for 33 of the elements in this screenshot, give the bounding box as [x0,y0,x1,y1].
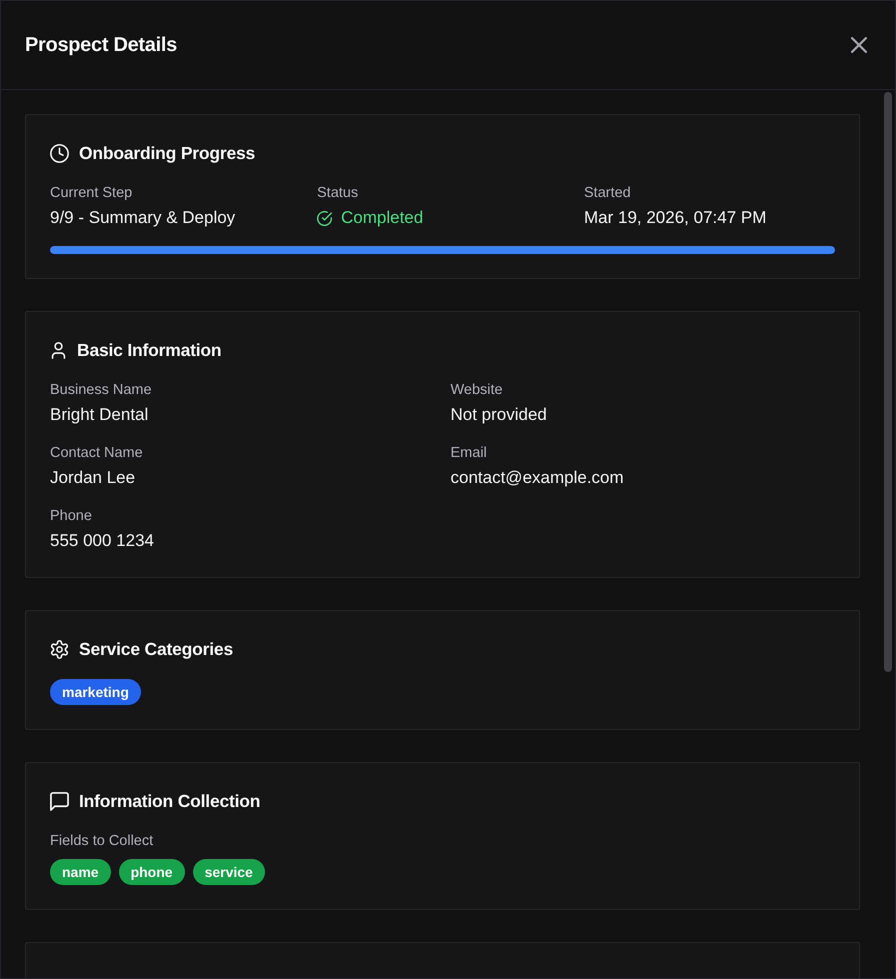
tag-pill: name [50,859,111,885]
field-value: Jordan Lee [50,467,136,489]
field-label: Contact Name [50,444,144,463]
section-title: Onboarding Progress [79,142,256,165]
field-label: Current Step [50,184,134,203]
field-label: Phone [50,507,93,526]
tag-pill: phone [118,859,185,885]
tag-pill: marketing [50,679,141,705]
field-label: Status [317,184,360,203]
gear-icon [50,640,69,658]
section-title: Service Categories [79,638,233,661]
field-value: Mar 19, 2026, 07:47 PM [584,207,768,229]
speech-bubble-icon [50,792,69,810]
section-title: Information Collection [79,790,260,813]
field-value: contact@example.com [450,467,625,489]
field-label: Website [450,381,504,400]
field-value: 555 000 1234 [50,530,155,552]
field-label: Email [450,444,488,463]
field-label: Fields to Collect [50,832,154,851]
field-label: Started [584,184,632,203]
tag-pill: service [192,859,265,885]
clock-icon [50,144,69,162]
dialog-title: Prospect Details [25,33,177,57]
field-value: Not provided [450,404,548,426]
status-text: Completed [341,207,424,229]
field-label: Business Name [50,381,153,400]
scrollbar-thumb[interactable] [884,92,892,672]
close-icon [851,37,867,53]
check-circle-icon [317,210,332,226]
field-value: Bright Dental [50,404,150,426]
section-title: Basic Information [77,339,222,362]
person-icon [50,342,67,358]
field-value: 9/9 - Summary & Deploy [50,207,236,229]
